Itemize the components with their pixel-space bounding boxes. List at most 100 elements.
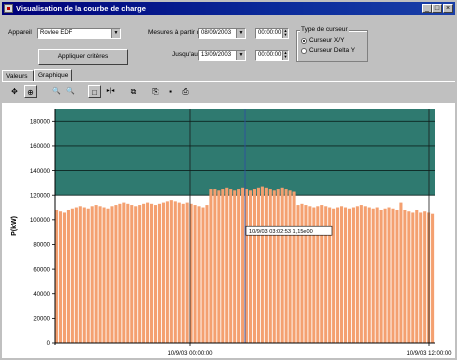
bar (134, 206, 138, 343)
to-date-field[interactable]: 13/09/2003 ▼ (198, 50, 246, 61)
bar (264, 187, 268, 343)
y-tick-label: 60000 (33, 267, 50, 273)
bar (300, 203, 304, 343)
bar (367, 207, 371, 343)
zoom-out-icon[interactable]: 🔍 (50, 85, 63, 98)
bar (221, 189, 225, 343)
bar (355, 206, 359, 343)
bar (169, 200, 173, 343)
bar (197, 206, 201, 343)
print-icon[interactable]: ⎙ (179, 85, 192, 98)
maximize-button[interactable]: □ (432, 4, 442, 13)
y-axis-label: P(kW) (11, 216, 18, 236)
y-tick-label: 140000 (30, 169, 51, 175)
bar (74, 207, 78, 343)
bar (284, 189, 288, 343)
bar (268, 189, 272, 343)
title-bar[interactable]: Visualisation de la courbe de charge _ □… (2, 2, 455, 15)
bar (181, 203, 185, 343)
load-curve-chart[interactable]: 0 20000 40000 60000 80000 100000 120000 140000 1… (2, 103, 455, 358)
box-select-icon[interactable]: □ (88, 85, 101, 98)
bar (161, 202, 165, 343)
bar (130, 205, 134, 343)
bar (142, 203, 146, 343)
bar (90, 206, 94, 343)
tab-graphique[interactable]: Graphique (34, 69, 72, 81)
bar (347, 208, 352, 343)
minimize-button[interactable]: _ (422, 4, 432, 13)
bar (332, 208, 336, 343)
chevron-down-icon[interactable]: ▼ (236, 51, 245, 60)
to-time-value: 00:00:00 (258, 52, 282, 58)
spin-icon[interactable]: ▲ ▼ (282, 29, 288, 38)
bar (320, 205, 324, 343)
bar (304, 205, 308, 343)
export-icon[interactable]: ⧉ (127, 85, 140, 98)
bar (276, 189, 280, 343)
bar (419, 212, 423, 343)
to-label: Jusqu'au (172, 51, 198, 58)
bar (379, 209, 383, 343)
bar (431, 213, 435, 343)
bar (423, 211, 427, 343)
split-cursor-icon[interactable]: ▸|◂ (104, 85, 117, 98)
from-date-field[interactable]: 08/09/2003 ▼ (198, 28, 246, 39)
crosshair-icon[interactable]: ⊕ (24, 85, 37, 98)
bar (193, 205, 197, 343)
apply-criteria-button[interactable]: Appliquer critères (38, 49, 128, 65)
zoom-in-icon[interactable]: 🔍 (64, 85, 77, 98)
copy-icon[interactable]: ⎘ (149, 85, 162, 98)
appareil-label: Appareil (8, 29, 32, 36)
pan-icon[interactable]: ✥ (8, 85, 21, 98)
chevron-down-icon[interactable]: ▼ (111, 29, 120, 38)
bar (241, 187, 245, 343)
bar (98, 206, 102, 343)
bar (78, 206, 82, 343)
y-tick-label: 180000 (30, 120, 51, 126)
x-tick-label: 10/9/03 00:00:00 (167, 351, 213, 357)
appareil-select[interactable]: Rovlee EDF ▼ (37, 28, 121, 39)
bar (205, 205, 209, 343)
cursor-xy-radio[interactable] (301, 38, 307, 44)
to-time-field[interactable]: 00:00:00 ▲ ▼ (255, 50, 289, 61)
bar (70, 208, 74, 343)
close-button[interactable]: × (443, 4, 453, 13)
bar (256, 187, 260, 343)
bar (399, 202, 403, 343)
bar (336, 207, 340, 343)
bar (62, 212, 67, 343)
bar (411, 212, 415, 343)
bar (229, 189, 233, 343)
cursor-delta-label: Curseur Delta Y (309, 47, 356, 54)
bar (407, 211, 411, 343)
bar (66, 209, 70, 343)
bar (185, 202, 189, 343)
save-icon[interactable]: ▪ (164, 85, 177, 98)
bar (153, 205, 158, 343)
bar (387, 207, 391, 343)
from-time-field[interactable]: 00:00:00 ▲ ▼ (255, 28, 289, 39)
chart-area[interactable]: 0 20000 40000 60000 80000 100000 120000 140000 1… (2, 103, 455, 358)
cursor-tooltip: 10/9/03 03:02:53 1,15e00 (245, 225, 333, 236)
bar (375, 207, 379, 343)
window-title: Visualisation de la courbe de charge (16, 4, 146, 13)
bar (82, 207, 86, 343)
bar (233, 190, 237, 343)
tab-valeurs[interactable]: Valeurs (2, 70, 34, 81)
bar (177, 202, 181, 343)
bar (138, 205, 142, 343)
bar (150, 203, 154, 343)
bar (292, 191, 296, 343)
bar (391, 208, 395, 343)
spin-icon[interactable]: ▲ ▼ (282, 51, 288, 60)
bar (94, 205, 98, 343)
bar (359, 205, 363, 343)
chevron-down-icon[interactable]: ▼ (236, 29, 245, 38)
from-date-value: 08/09/2003 (201, 30, 232, 36)
bar (252, 189, 257, 343)
bar (118, 203, 122, 343)
bar (237, 189, 241, 343)
bar (415, 209, 419, 343)
bar (280, 187, 284, 343)
cursor-delta-radio[interactable] (301, 48, 307, 54)
